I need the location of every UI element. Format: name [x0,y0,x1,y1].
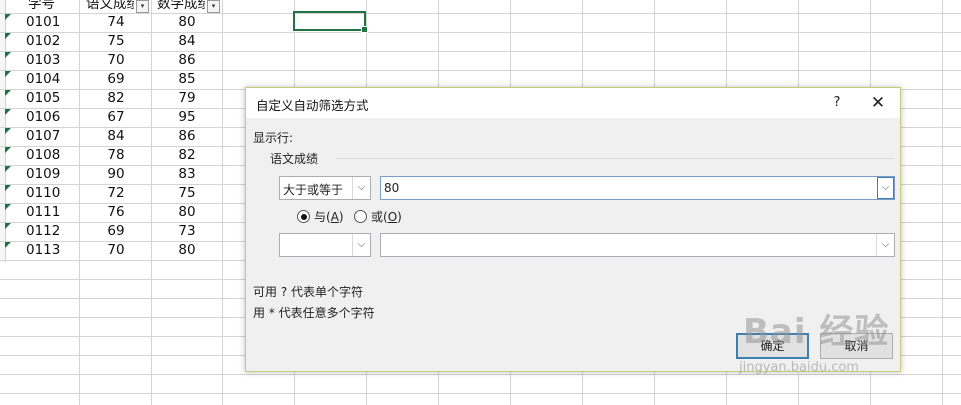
text-number-indicator-icon [5,147,11,153]
cell-math-score[interactable]: 86 [152,51,222,70]
cell-student-id[interactable]: 0103 [26,51,82,70]
cell-chinese-score[interactable]: 75 [80,32,152,51]
filter-dropdown-button[interactable]: ▾ [136,0,149,13]
cell-math-score[interactable]: 83 [152,165,222,184]
radio-and-label: 与( [314,210,331,224]
chevron-down-icon[interactable]: ⌵ [876,234,894,256]
cell-student-id[interactable]: 0110 [26,184,82,203]
radio-or-paren: ) [397,210,402,224]
text-number-indicator-icon [5,128,11,134]
text-number-indicator-icon [5,52,11,58]
radio-unselected-icon [354,210,367,223]
text-number-indicator-icon [5,71,11,77]
chevron-down-icon[interactable]: ⌵ [877,177,894,199]
cell-student-id[interactable]: 0108 [26,146,82,165]
cell-math-score[interactable]: 80 [152,13,222,32]
radio-and-accesskey: A [330,210,339,224]
cell-chinese-score[interactable]: 70 [80,51,152,70]
dialog-title: 自定义自动筛选方式 [256,98,369,113]
text-number-indicator-icon [5,185,11,191]
show-rows-label: 显示行: [253,131,294,145]
help-button[interactable]: ? [826,93,848,113]
field-group-label: 语文成绩 [270,150,323,167]
cell-student-id[interactable]: 0113 [26,241,82,260]
wildcard-hint-single: 可用 ? 代表单个字符 [253,285,363,299]
cell-math-score[interactable]: 84 [152,32,222,51]
filter-dropdown-button[interactable]: ▾ [207,0,220,13]
grid-line [0,393,961,394]
cell-math-score[interactable]: 80 [152,241,222,260]
cell-chinese-score[interactable]: 78 [80,146,152,165]
close-icon[interactable]: ✕ [866,92,890,114]
text-number-indicator-icon [5,90,11,96]
cell-chinese-score[interactable]: 84 [80,127,152,146]
cell-student-id[interactable]: 0101 [26,13,82,32]
text-number-indicator-icon [5,242,11,248]
cell-student-id[interactable]: 0109 [26,165,82,184]
cell-student-id[interactable]: 0111 [26,203,82,222]
text-number-indicator-icon [5,204,11,210]
text-number-indicator-icon [5,223,11,229]
value-combo-1[interactable]: 80 ⌵ [380,176,895,200]
cell-chinese-score[interactable]: 82 [80,89,152,108]
cell-chinese-score[interactable]: 69 [80,70,152,89]
cell-math-score[interactable]: 85 [152,70,222,89]
chevron-down-icon[interactable]: ⌵ [352,177,370,199]
chevron-down-icon[interactable]: ⌵ [352,234,370,256]
text-number-indicator-icon [5,166,11,172]
cell-student-id[interactable]: 0106 [26,108,82,127]
cell-chinese-score[interactable]: 72 [80,184,152,203]
cell-chinese-score[interactable]: 69 [80,222,152,241]
text-number-indicator-icon [5,14,11,20]
custom-autofilter-dialog: 自定义自动筛选方式 ? ✕ 显示行: 语文成绩 大于或等于 ⌵ 80 ⌵ 与(A… [245,87,901,372]
text-number-indicator-icon [5,33,11,39]
cell-chinese-score[interactable]: 67 [80,108,152,127]
grid-line [0,374,961,375]
radio-or[interactable]: 或(O) [354,208,402,225]
cell-chinese-score[interactable]: 90 [80,165,152,184]
wildcard-hint-multi: 用 * 代表任意多个字符 [253,306,375,320]
ok-button[interactable]: 确定 [736,333,809,359]
operator-select-1[interactable]: 大于或等于 ⌵ [279,176,371,200]
value-combo-1-value: 80 [384,181,400,195]
selected-cell[interactable] [293,11,368,33]
operator-select-1-value: 大于或等于 [283,183,344,197]
header-student-id[interactable]: 学号 [28,0,78,14]
cell-chinese-score[interactable]: 74 [80,13,152,32]
cell-math-score[interactable]: 82 [152,146,222,165]
cell-math-score[interactable]: 86 [152,127,222,146]
radio-and[interactable]: 与(A) [297,208,344,225]
text-number-indicator-icon [5,109,11,115]
header-chinese-score[interactable]: 语文成绩 [86,0,134,14]
radio-and-paren: ) [338,210,344,224]
dialog-titlebar[interactable]: 自定义自动筛选方式 ? ✕ [246,88,900,118]
value-combo-2[interactable]: ⌵ [380,233,895,257]
radio-selected-icon [297,210,310,223]
operator-select-2[interactable]: ⌵ [279,233,371,257]
group-divider [336,158,894,159]
cell-student-id[interactable]: 0104 [26,70,82,89]
cell-student-id[interactable]: 0102 [26,32,82,51]
cell-student-id[interactable]: 0107 [26,127,82,146]
cell-math-score[interactable]: 79 [152,89,222,108]
cell-student-id[interactable]: 0112 [26,222,82,241]
cell-math-score[interactable]: 73 [152,222,222,241]
header-math-score[interactable]: 数学成绩 [157,0,205,14]
cancel-button[interactable]: 取消 [820,333,893,359]
cell-math-score[interactable]: 80 [152,203,222,222]
cell-student-id[interactable]: 0105 [26,89,82,108]
cell-math-score[interactable]: 95 [152,108,222,127]
cell-math-score[interactable]: 75 [152,184,222,203]
cell-chinese-score[interactable]: 76 [80,203,152,222]
cell-chinese-score[interactable]: 70 [80,241,152,260]
radio-or-label: 或( [371,210,388,224]
radio-or-accesskey: O [387,210,398,224]
